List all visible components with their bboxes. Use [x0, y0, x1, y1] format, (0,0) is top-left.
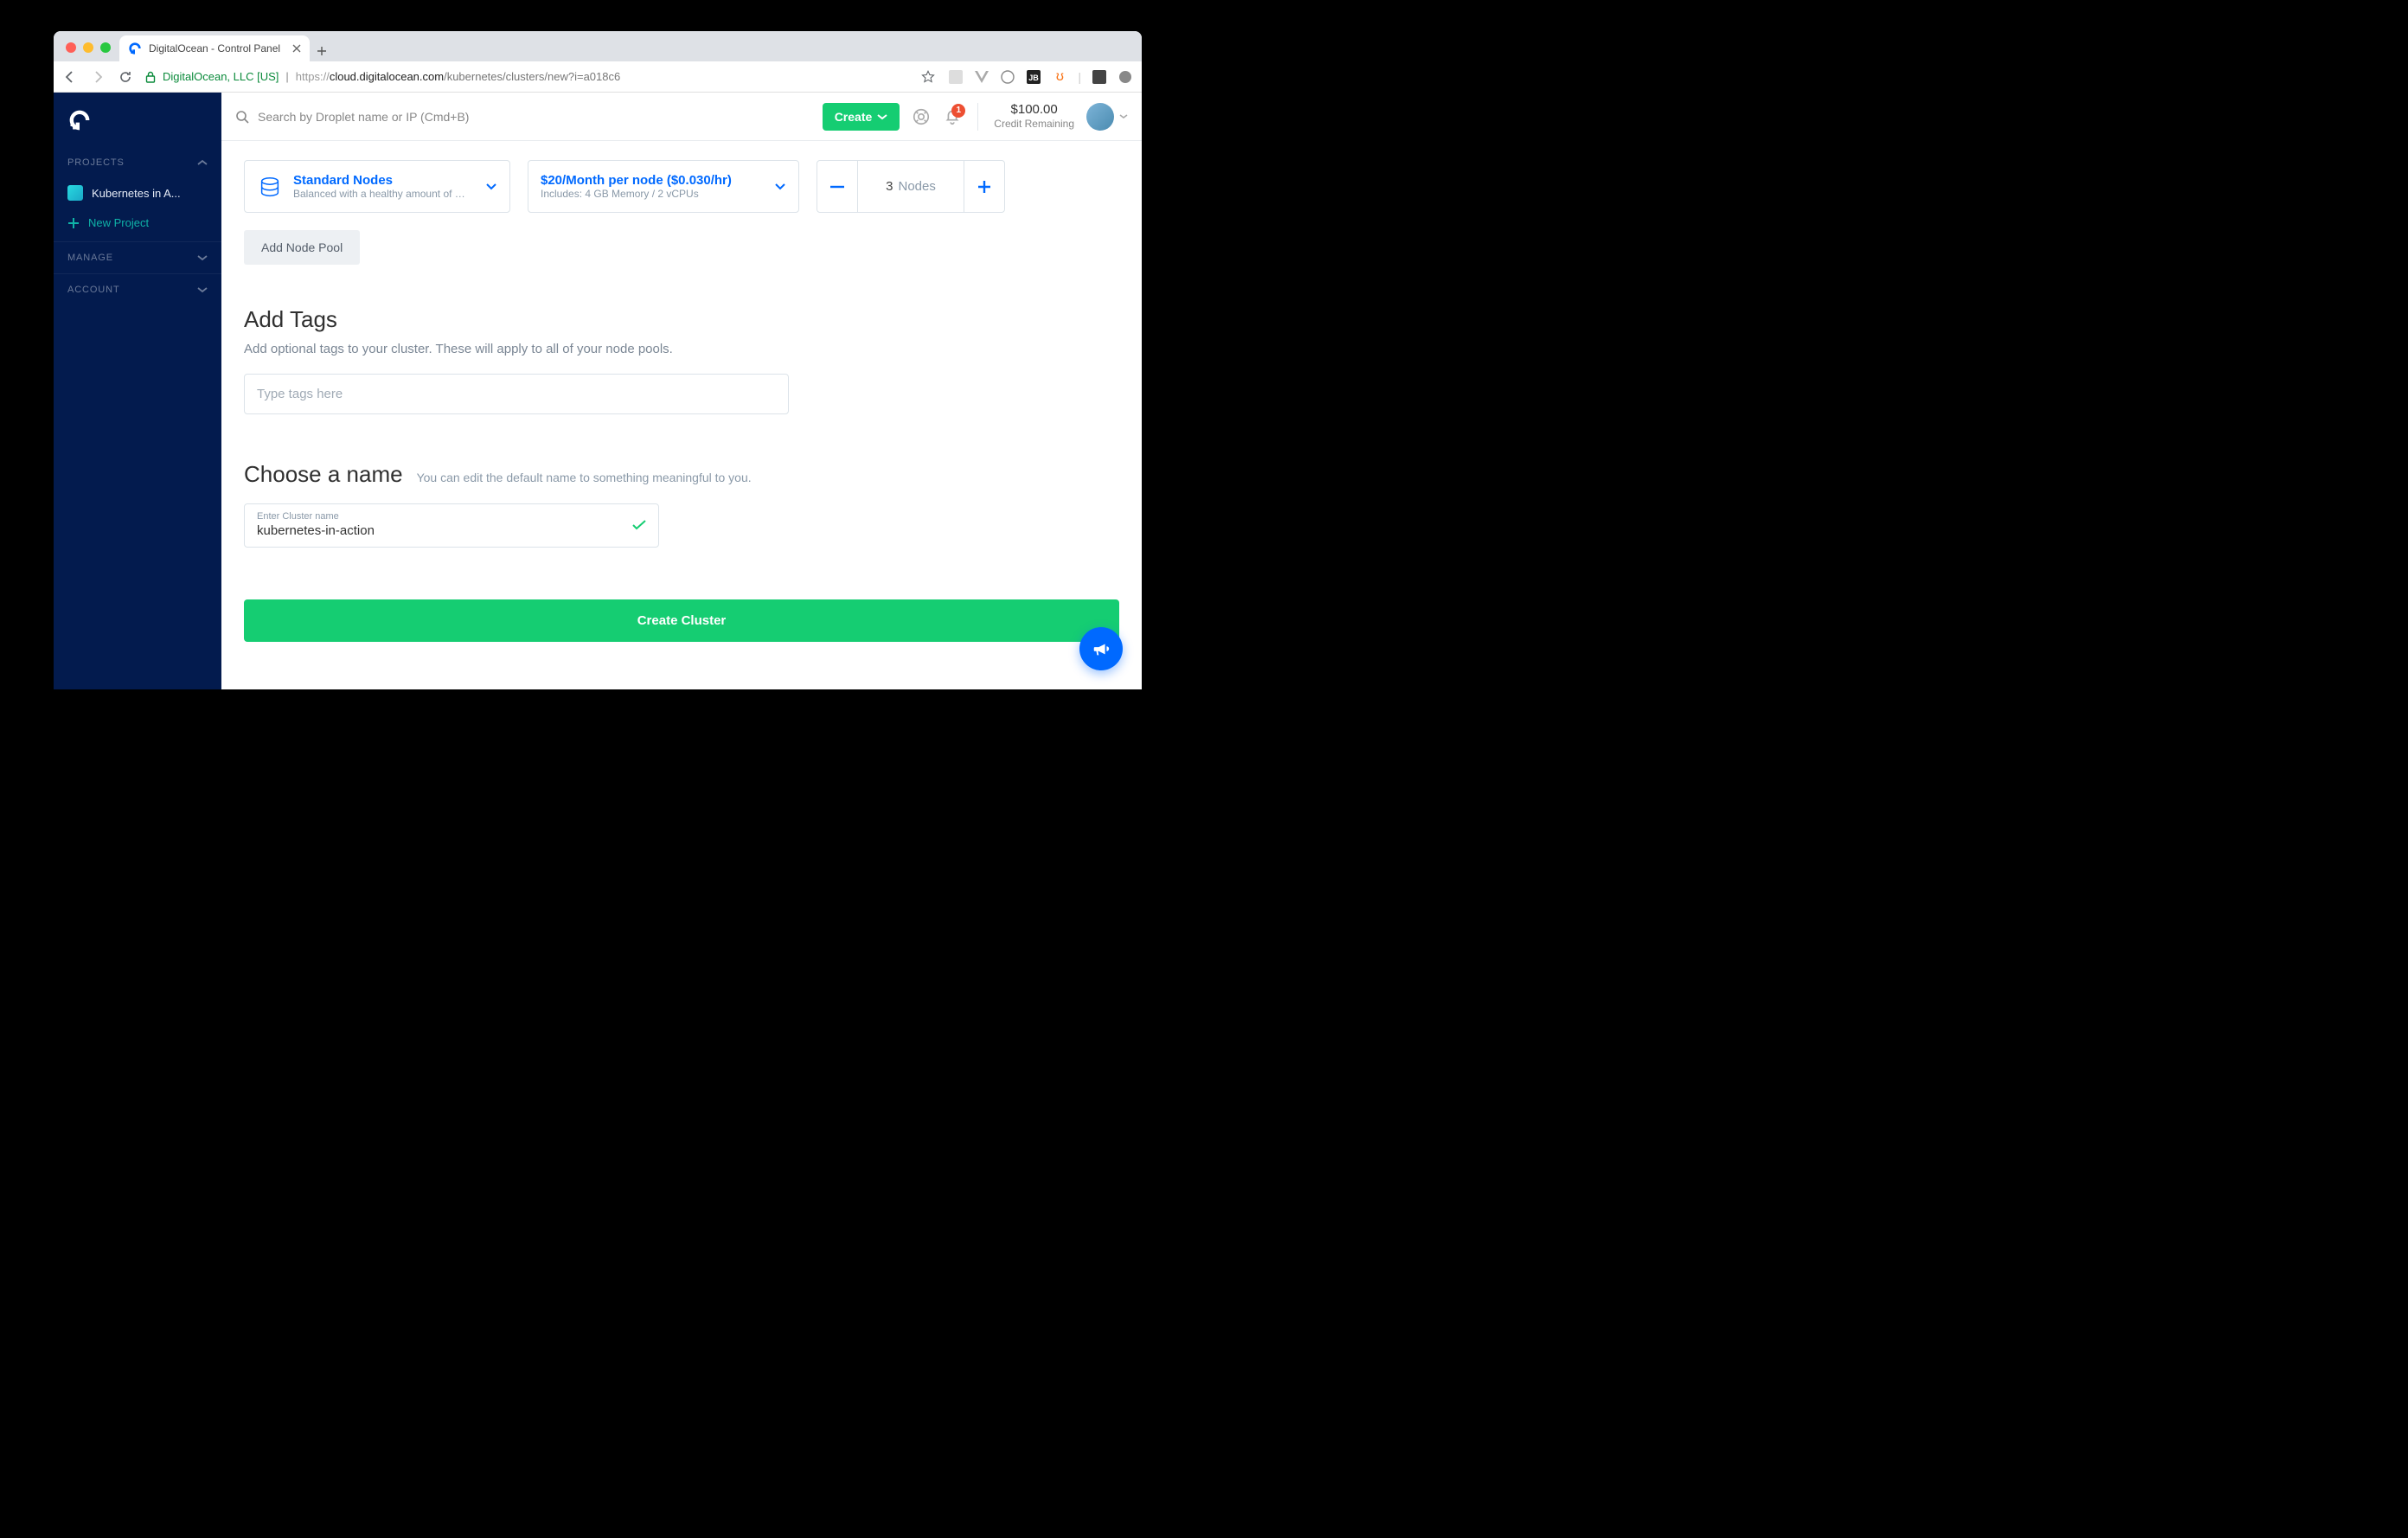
content: Standard Nodes Balanced with a healthy a…: [221, 141, 1142, 668]
svg-text:JB: JB: [1029, 74, 1040, 82]
profile-icon[interactable]: [1118, 69, 1133, 85]
tab-bar: DigitalOcean - Control Panel: [54, 31, 1142, 61]
projects-section-header[interactable]: PROJECTS: [54, 147, 221, 178]
node-count-stepper: 3 Nodes: [817, 160, 1005, 213]
topbar: Search by Droplet name or IP (Cmd+B) Cre…: [221, 93, 1142, 141]
extension-icon[interactable]: [948, 69, 964, 85]
node-pool-row: Standard Nodes Balanced with a healthy a…: [244, 160, 1119, 213]
new-tab-button[interactable]: [310, 46, 334, 61]
manage-label: MANAGE: [67, 253, 113, 263]
notifications-icon[interactable]: 1: [943, 107, 962, 126]
sidebar-project-item[interactable]: Kubernetes in A...: [54, 178, 221, 208]
node-plan-title: $20/Month per node ($0.030/hr): [541, 173, 732, 188]
account-menu[interactable]: [1086, 103, 1128, 131]
node-count-value: 3: [886, 179, 893, 194]
extension-icon[interactable]: [1092, 69, 1107, 85]
chevron-down-icon: [774, 183, 786, 191]
digitalocean-favicon-icon: [128, 42, 142, 55]
tags-title: Add Tags: [244, 306, 1119, 333]
project-icon: [67, 185, 83, 201]
checkmark-icon: [632, 520, 646, 530]
tags-placeholder: Type tags here: [257, 387, 343, 401]
extension-icons: JB ʊ |: [948, 69, 1133, 85]
search-input[interactable]: Search by Droplet name or IP (Cmd+B): [235, 110, 810, 124]
credit-display: $100.00 Credit Remaining: [994, 101, 1074, 131]
name-title: Choose a name: [244, 461, 403, 488]
extension-icon[interactable]: [1000, 69, 1015, 85]
search-placeholder: Search by Droplet name or IP (Cmd+B): [258, 110, 469, 124]
tab-title: DigitalOcean - Control Panel: [149, 42, 280, 54]
logo[interactable]: [54, 103, 221, 147]
tags-description: Add optional tags to your cluster. These…: [244, 342, 1119, 356]
close-tab-icon[interactable]: [292, 44, 301, 53]
megaphone-icon: [1092, 639, 1111, 658]
sidebar: PROJECTS Kubernetes in A... New Project …: [54, 93, 221, 689]
digitalocean-logo-icon: [67, 108, 92, 132]
extension-icon[interactable]: ʊ: [1052, 69, 1067, 85]
chevron-down-icon: [877, 112, 887, 122]
forward-button[interactable]: [90, 70, 106, 84]
chevron-up-icon: [197, 159, 208, 166]
reload-button[interactable]: [118, 70, 133, 84]
increment-button[interactable]: [964, 161, 1004, 212]
support-icon[interactable]: [912, 107, 931, 126]
node-type-title: Standard Nodes: [293, 173, 466, 188]
node-plan-selector[interactable]: $20/Month per node ($0.030/hr) Includes:…: [528, 160, 799, 213]
node-count-display: 3 Nodes: [857, 161, 964, 212]
window-controls: [62, 42, 119, 61]
notification-badge: 1: [951, 104, 965, 118]
decrement-button[interactable]: [817, 161, 857, 212]
standard-nodes-icon: [257, 174, 283, 200]
name-section-header: Choose a name You can edit the default n…: [244, 461, 1119, 488]
chevron-down-icon: [485, 183, 497, 191]
feedback-fab-button[interactable]: [1079, 627, 1123, 670]
lock-icon: [145, 71, 156, 83]
new-project-label: New Project: [88, 216, 149, 229]
node-plan-subtitle: Includes: 4 GB Memory / 2 vCPUs: [541, 188, 732, 200]
minimize-window-button[interactable]: [83, 42, 93, 53]
name-subtitle: You can edit the default name to somethi…: [417, 471, 752, 484]
chevron-down-icon: [197, 286, 208, 293]
cluster-name-value: kubernetes-in-action: [257, 523, 632, 538]
star-icon[interactable]: [920, 70, 936, 84]
vue-icon[interactable]: [974, 69, 989, 85]
account-section-header[interactable]: ACCOUNT: [54, 274, 221, 305]
projects-label: PROJECTS: [67, 157, 125, 168]
create-button[interactable]: Create: [823, 103, 900, 131]
address-bar: DigitalOcean, LLC [US] | https://cloud.d…: [54, 61, 1142, 93]
url-organization: DigitalOcean, LLC [US]: [163, 70, 279, 83]
manage-section-header[interactable]: MANAGE: [54, 242, 221, 273]
app: PROJECTS Kubernetes in A... New Project …: [54, 93, 1142, 689]
add-node-pool-button[interactable]: Add Node Pool: [244, 230, 360, 265]
avatar: [1086, 103, 1114, 131]
node-type-selector[interactable]: Standard Nodes Balanced with a healthy a…: [244, 160, 510, 213]
node-type-subtitle: Balanced with a healthy amount of memo..…: [293, 188, 466, 200]
credit-amount: $100.00: [994, 101, 1074, 119]
project-name: Kubernetes in A...: [92, 187, 181, 200]
main: Search by Droplet name or IP (Cmd+B) Cre…: [221, 93, 1142, 689]
account-label: ACCOUNT: [67, 285, 120, 295]
create-label: Create: [835, 110, 873, 124]
new-project-button[interactable]: New Project: [54, 208, 221, 241]
extension-icon[interactable]: JB: [1026, 69, 1041, 85]
back-button[interactable]: [62, 70, 78, 84]
plus-icon: [67, 217, 80, 229]
browser-tab[interactable]: DigitalOcean - Control Panel: [119, 35, 310, 61]
url-field[interactable]: DigitalOcean, LLC [US] | https://cloud.d…: [145, 70, 908, 83]
maximize-window-button[interactable]: [100, 42, 111, 53]
create-cluster-button[interactable]: Create Cluster: [244, 599, 1119, 642]
chevron-down-icon: [1119, 114, 1128, 119]
node-count-label: Nodes: [898, 179, 935, 194]
tags-input[interactable]: Type tags here: [244, 374, 789, 414]
credit-label: Credit Remaining: [994, 118, 1074, 131]
cluster-name-label: Enter Cluster name: [257, 511, 632, 522]
chevron-down-icon: [197, 254, 208, 261]
cluster-name-input[interactable]: Enter Cluster name kubernetes-in-action: [244, 503, 659, 548]
search-icon: [235, 110, 249, 124]
close-window-button[interactable]: [66, 42, 76, 53]
browser-window: DigitalOcean - Control Panel DigitalOcea…: [54, 31, 1142, 689]
